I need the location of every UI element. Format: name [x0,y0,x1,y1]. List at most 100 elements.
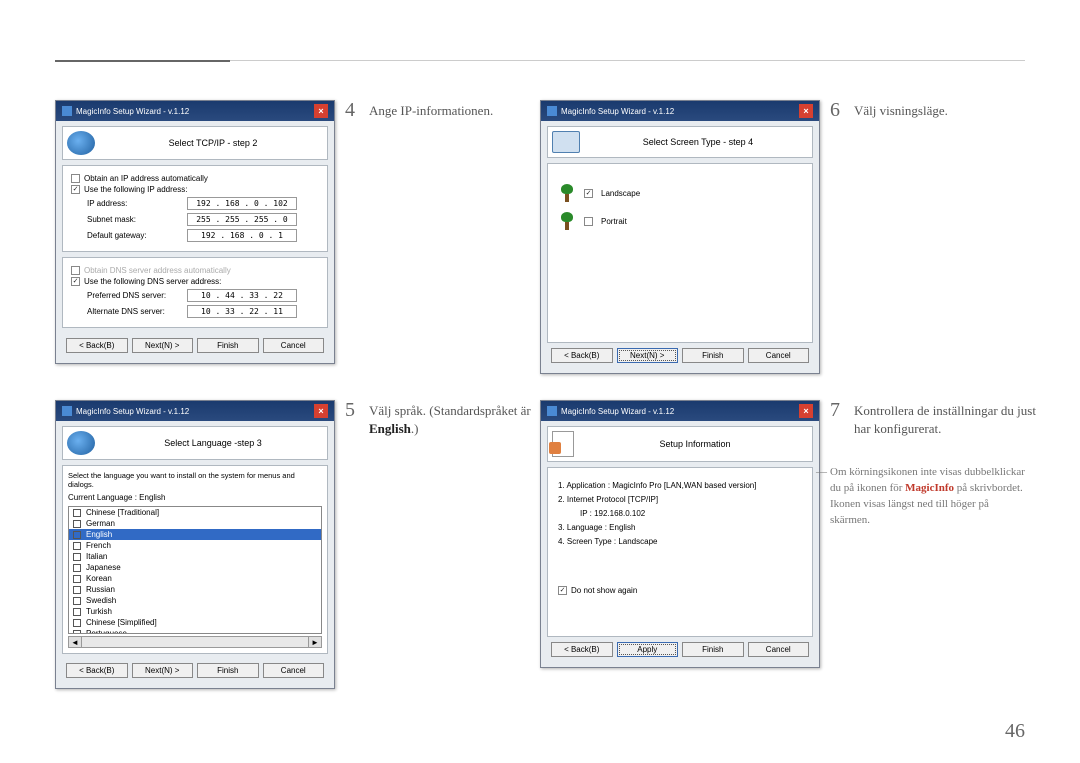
caption-number: 7 [830,400,840,438]
tree-icon [558,184,576,202]
scroll-track[interactable] [82,636,308,648]
checkbox-icon [73,509,81,517]
horizontal-scrollbar[interactable]: ◄ ► [68,636,322,648]
dash-icon: ― [816,465,827,481]
list-item-label: Korean [86,574,112,583]
info-language: 3. Language : English [558,523,802,532]
label-auto-dns: Obtain DNS server address automatically [84,266,231,275]
checkbox-use-ip[interactable] [71,185,80,194]
close-icon[interactable]: × [799,104,813,118]
finish-button[interactable]: Finish [197,338,259,353]
checkbox-icon [73,608,81,616]
input-adns[interactable]: 10 . 33 . 22 . 11 [187,305,297,318]
label-use-ip: Use the following IP address: [84,185,187,194]
label-subnet: Subnet mask: [87,215,187,224]
step-header: Setup Information [547,426,813,462]
input-gateway[interactable]: 192 . 168 . 0 . 1 [187,229,297,242]
info-ip: IP : 192.168.0.102 [580,509,802,518]
wizard-title: MagicInfo Setup Wizard - v.1.12 [76,107,310,116]
back-button[interactable]: < Back(B) [551,348,613,363]
back-button[interactable]: < Back(B) [551,642,613,657]
list-item[interactable]: French [69,540,321,551]
next-button[interactable]: Next(N) > [132,663,194,678]
cancel-button[interactable]: Cancel [263,338,325,353]
caption-number: 5 [345,400,355,438]
finish-button[interactable]: Finish [682,642,744,657]
dialog-setupinfo: MagicInfo Setup Wizard - v.1.12 × Setup … [540,400,820,668]
input-ip[interactable]: 192 . 168 . 0 . 102 [187,197,297,210]
note-brand: MagicInfo [905,482,954,494]
list-item[interactable]: English [69,529,321,540]
checkbox-icon [73,630,81,635]
list-item[interactable]: Russian [69,584,321,595]
titlebar: MagicInfo Setup Wizard - v.1.12 × [541,101,819,121]
titlebar: MagicInfo Setup Wizard - v.1.12 × [56,401,334,421]
wizard-title: MagicInfo Setup Wizard - v.1.12 [561,107,795,116]
checkbox-auto-ip[interactable] [71,174,80,183]
checkbox-portrait[interactable] [584,217,593,226]
checkbox-icon [73,575,81,583]
close-icon[interactable]: × [314,104,328,118]
language-list[interactable]: Chinese [Traditional]GermanEnglishFrench… [68,506,322,634]
list-item[interactable]: Japanese [69,562,321,573]
close-icon[interactable]: × [799,404,813,418]
checkbox-icon [73,542,81,550]
caption-step5: 5 Välj språk. (Standardspråket är Englis… [345,400,554,438]
finish-button[interactable]: Finish [682,348,744,363]
list-item[interactable]: Turkish [69,606,321,617]
app-icon [62,106,72,116]
cancel-button[interactable]: Cancel [748,348,810,363]
cancel-button[interactable]: Cancel [748,642,810,657]
label-pdns: Preferred DNS server: [87,291,187,300]
checkbox-use-dns[interactable] [71,277,80,286]
step-header: Select Language -step 3 [62,426,328,460]
checkbox-icon [73,586,81,594]
list-item-label: Chinese [Traditional] [86,508,159,517]
input-subnet[interactable]: 255 . 255 . 255 . 0 [187,213,297,226]
list-item[interactable]: Korean [69,573,321,584]
globe-icon [67,431,95,455]
scroll-right-icon[interactable]: ► [308,636,322,648]
caption-bold: English [369,421,411,436]
list-item-label: Japanese [86,563,121,572]
list-item[interactable]: Chinese [Simplified] [69,617,321,628]
label-ip: IP address: [87,199,187,208]
caption-number: 6 [830,100,840,120]
caption-part: .) [411,421,419,436]
list-item[interactable]: Chinese [Traditional] [69,507,321,518]
caption-part: Välj språk. (Standardspråket är [369,403,531,418]
cancel-button[interactable]: Cancel [263,663,325,678]
list-item-label: French [86,541,111,550]
label-landscape: Landscape [601,189,640,198]
step-title: Select TCP/IP - step 2 [103,138,323,148]
checkbox-icon [73,564,81,572]
next-button[interactable]: Next(N) > [132,338,194,353]
checkbox-dont-show[interactable] [558,586,567,595]
input-pdns[interactable]: 10 . 44 . 33 . 22 [187,289,297,302]
checkbox-icon [73,531,81,539]
close-icon[interactable]: × [314,404,328,418]
list-item-label: Swedish [86,596,116,605]
checkbox-icon [73,597,81,605]
list-item[interactable]: German [69,518,321,529]
checkbox-landscape[interactable] [584,189,593,198]
checkbox-icon [73,553,81,561]
finish-button[interactable]: Finish [197,663,259,678]
list-item-label: Portuguese [86,629,127,634]
list-item[interactable]: Portuguese [69,628,321,634]
caption-step4: 4 Ange IP-informationen. [345,100,493,120]
back-button[interactable]: < Back(B) [66,663,128,678]
dialog-screentype: MagicInfo Setup Wizard - v.1.12 × Select… [540,100,820,374]
caption-text: Ange IP-informationen. [369,100,493,120]
step-title: Select Screen Type - step 4 [588,137,808,147]
info-protocol: 2. Internet Protocol [TCP/IP] [558,495,802,504]
list-item[interactable]: Swedish [69,595,321,606]
titlebar: MagicInfo Setup Wizard - v.1.12 × [56,101,334,121]
scroll-left-icon[interactable]: ◄ [68,636,82,648]
apply-button[interactable]: Apply [617,642,679,657]
back-button[interactable]: < Back(B) [66,338,128,353]
step-header: Select TCP/IP - step 2 [62,126,328,160]
tree-icon [558,212,576,230]
list-item[interactable]: Italian [69,551,321,562]
next-button[interactable]: Next(N) > [617,348,679,363]
